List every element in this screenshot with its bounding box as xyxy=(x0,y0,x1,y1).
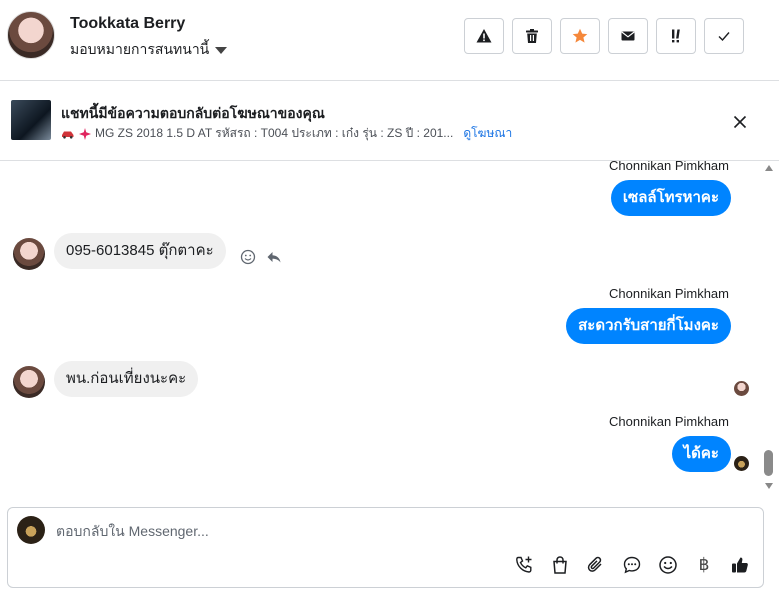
shop-button[interactable] xyxy=(550,555,570,575)
outgoing-message[interactable]: เซลล์โทรหาคะ xyxy=(610,180,731,216)
call-button[interactable] xyxy=(514,555,534,575)
reply-input[interactable] xyxy=(56,521,746,541)
warning-icon xyxy=(476,29,492,43)
seen-avatar xyxy=(734,381,749,396)
payment-button[interactable]: ฿ xyxy=(694,555,714,575)
thumbs-up-icon xyxy=(732,557,748,573)
baht-icon: ฿ xyxy=(698,555,710,575)
sender-name: Chonnikan Pimkham xyxy=(609,414,729,429)
sender-name: Chonnikan Pimkham xyxy=(609,161,729,173)
ad-reply-banner: แชทนี้มีข้อความตอบกลับต่อโฆษณาของคุณ MG … xyxy=(0,81,779,161)
outgoing-message[interactable]: สะดวกรับสายกี่โมงคะ xyxy=(566,308,731,344)
contact-name[interactable]: Tookkata Berry xyxy=(70,15,185,33)
car-icon xyxy=(62,131,74,139)
paperclip-icon xyxy=(587,556,602,572)
incoming-message[interactable]: 095-6013845 ตุ๊กตาคะ xyxy=(54,233,226,269)
emoji-button[interactable] xyxy=(658,555,678,575)
close-banner-button[interactable] xyxy=(730,112,750,132)
chat-bubble-icon xyxy=(623,556,641,574)
assign-label: มอบหมายการสนทนานี้ xyxy=(70,41,210,57)
mark-unread-button[interactable] xyxy=(608,18,648,54)
report-spam-button[interactable] xyxy=(464,18,504,54)
smiley-icon xyxy=(659,556,677,574)
caret-down-icon xyxy=(215,46,228,54)
shopping-bag-icon xyxy=(553,556,567,574)
page-avatar xyxy=(17,516,45,544)
emoji-react-icon[interactable] xyxy=(240,249,256,265)
assign-conversation-dropdown[interactable]: มอบหมายการสนทนานี้ xyxy=(70,39,228,61)
delivered-avatar xyxy=(734,456,749,471)
scroll-down-arrow-icon[interactable] xyxy=(765,483,773,489)
attach-button[interactable] xyxy=(586,555,606,575)
conversation-toolbar xyxy=(464,18,744,54)
trash-icon xyxy=(526,29,538,43)
message-actions xyxy=(240,249,282,265)
contact-avatar-small[interactable] xyxy=(13,238,45,270)
incoming-message[interactable]: พน.ก่อนเที่ยงนะคะ xyxy=(54,361,199,397)
ad-description: MG ZS 2018 1.5 D AT รหัสรถ : T004 ประเภท… xyxy=(95,126,454,140)
star-button[interactable] xyxy=(560,18,600,54)
sparkle-icon xyxy=(79,127,91,140)
send-like-button[interactable] xyxy=(730,555,750,575)
check-icon xyxy=(718,32,730,42)
composer-toolbar: ฿ xyxy=(514,555,750,575)
sender-name: Chonnikan Pimkham xyxy=(609,286,729,301)
contact-avatar-small[interactable] xyxy=(13,366,45,398)
delete-button[interactable] xyxy=(512,18,552,54)
ad-description-row: MG ZS 2018 1.5 D AT รหัสรถ : T004 ประเภท… xyxy=(61,124,512,143)
conversation-header: Tookkata Berry มอบหมายการสนทนานี้ xyxy=(0,0,779,81)
message-thread[interactable]: Chonnikan Pimkham เซลล์โทรหาคะ 095-60138… xyxy=(0,161,760,500)
ad-banner-title: แชทนี้มีข้อความตอบกลับต่อโฆษณาของคุณ xyxy=(61,105,325,121)
envelope-icon xyxy=(621,31,635,41)
view-ad-link[interactable]: ดูโฆษณา xyxy=(463,124,512,143)
scroll-thumb[interactable] xyxy=(764,450,773,476)
mark-done-button[interactable] xyxy=(704,18,744,54)
reply-icon[interactable] xyxy=(266,249,282,265)
saved-replies-button[interactable] xyxy=(622,555,642,575)
star-icon xyxy=(572,28,588,43)
outgoing-message[interactable]: ได้คะ xyxy=(671,436,731,472)
close-icon xyxy=(733,115,747,129)
exclamation-icon xyxy=(672,29,680,43)
contact-avatar[interactable] xyxy=(7,11,55,59)
thread-scrollbar[interactable] xyxy=(760,161,778,500)
scroll-up-arrow-icon[interactable] xyxy=(765,165,773,171)
message-composer: ฿ xyxy=(7,507,764,588)
phone-plus-icon xyxy=(516,556,532,573)
follow-up-button[interactable] xyxy=(656,18,696,54)
ad-thumbnail[interactable] xyxy=(11,100,51,140)
